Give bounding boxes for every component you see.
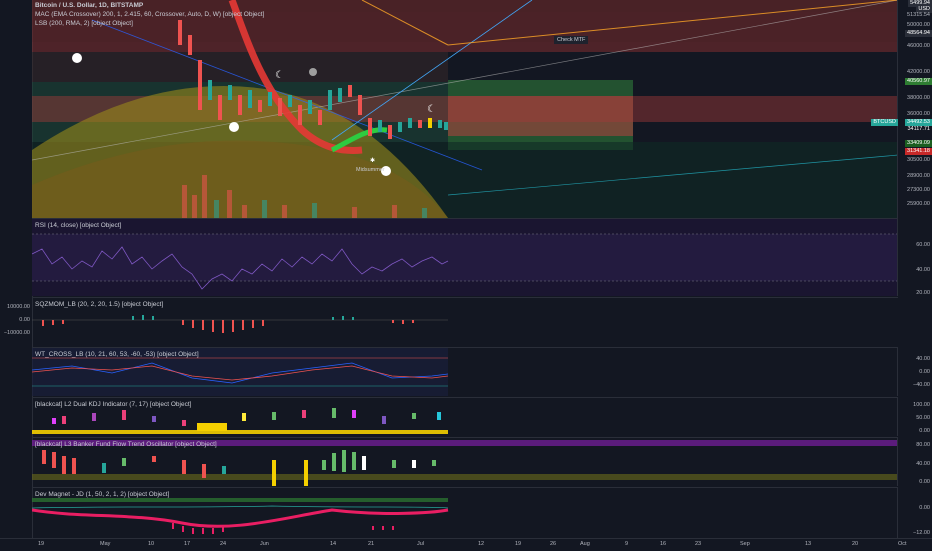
chart-title: Bitcoin / U.S. Dollar, 1D, BITSTAMP <box>35 2 144 9</box>
current-price-badge: 34117.71 <box>905 126 932 133</box>
time-tick: 19 <box>38 541 45 547</box>
rsi-tick: 60.00 <box>916 242 930 248</box>
time-tick: 20 <box>852 541 859 547</box>
time-tick: 12 <box>478 541 485 547</box>
left-price-scale[interactable]: 10000.00 0.00 −10000.00 <box>0 0 33 538</box>
time-tick: 24 <box>220 541 227 547</box>
banker-scale[interactable]: 80.00 40.00 0.00 <box>897 438 932 486</box>
svg-text:☾: ☾ <box>275 70 284 81</box>
wt-scale[interactable]: 40.00 0.00 −40.00 <box>897 348 932 396</box>
wt-tick: 0.00 <box>919 369 930 375</box>
dev-tick: 0.00 <box>919 505 930 511</box>
time-tick: Sep <box>740 541 750 547</box>
sqzmom-label: SQZMOM_LB (20, 2, 20, 1.5) [object Objec… <box>35 301 164 308</box>
dual-kdj-pane[interactable]: [blackcat] L2 Dual KDJ Indicator (7, 17)… <box>32 398 898 436</box>
price-chart-svg: ☾ ☾ ✱ <box>32 0 898 218</box>
rsi-svg <box>32 233 898 290</box>
svg-text:☾: ☾ <box>427 104 436 115</box>
sqz-left-tick: −10000.00 <box>3 330 30 336</box>
rsi-tick: 40.00 <box>916 267 930 273</box>
banker-fund-label: [blackcat] L3 Banker Fund Flow Trend Osc… <box>35 441 217 448</box>
wt-cross-pane[interactable]: WT_CROSS_LB (10, 21, 60, 53, -60, -53) [… <box>32 348 898 396</box>
indicator-lsb-label: LSB (200, RMA, 2) [object Object] <box>35 20 133 27</box>
dev-tick: −12.00 <box>913 530 930 536</box>
sqz-left-tick: 10000.00 <box>7 304 30 310</box>
kdj-scale[interactable]: 100.00 50.00 0.00 <box>897 398 932 436</box>
midsummer-label: Midsummer <box>356 167 385 173</box>
price-tick: 46000.00 <box>907 43 930 49</box>
dev-magnet-pane[interactable]: Dev Magnet - JD (1, 50, 2, 1, 2) [object… <box>32 488 898 538</box>
wt-cross-label: WT_CROSS_LB (10, 21, 60, 53, -60, -53) [… <box>35 351 199 358</box>
symbol-badge: BTCUSD <box>871 119 898 126</box>
price-tick: 50000.00 <box>907 22 930 28</box>
dual-kdj-label: [blackcat] L2 Dual KDJ Indicator (7, 17)… <box>35 401 192 408</box>
price-tick: 38000.00 <box>907 95 930 101</box>
main-price-pane[interactable]: ☾ ☾ ✱ Bitcoin / U.S. Dollar, 1D, BITSTAM… <box>32 0 898 218</box>
price-badge: 48564.94 <box>905 30 932 37</box>
time-tick: 26 <box>550 541 557 547</box>
time-tick: 16 <box>660 541 667 547</box>
banker-tick: 40.00 <box>916 461 930 467</box>
sqzmom-pane[interactable]: SQZMOM_LB (20, 2, 20, 1.5) [object Objec… <box>32 298 898 346</box>
kdj-tick: 100.00 <box>913 402 930 408</box>
dev-scale[interactable]: 0.00 −12.00 <box>897 488 932 538</box>
time-tick: 21 <box>368 541 375 547</box>
time-tick: Aug <box>580 541 590 547</box>
time-axis[interactable]: 19 May 10 17 24 Jun 14 21 Jul 12 19 26 A… <box>0 538 932 551</box>
price-tick: 42000.00 <box>907 69 930 75</box>
sqz-left-tick: 0.00 <box>19 317 30 323</box>
time-tick: 13 <box>805 541 812 547</box>
time-tick: 17 <box>184 541 191 547</box>
price-tick: 36000.00 <box>907 111 930 117</box>
time-tick: 14 <box>330 541 337 547</box>
wt-tick: −40.00 <box>913 382 930 388</box>
time-tick: 19 <box>515 541 522 547</box>
time-tick: 10 <box>148 541 155 547</box>
time-tick: 9 <box>625 541 629 547</box>
wt-tick: 40.00 <box>916 356 930 362</box>
price-tick: 28900.00 <box>907 173 930 179</box>
rsi-label: RSI (14, close) [object Object] <box>35 222 122 229</box>
dev-magnet-label: Dev Magnet - JD (1, 50, 2, 1, 2) [object… <box>35 491 170 498</box>
time-tick: May <box>100 541 111 547</box>
price-tick: 51315.54 <box>907 12 930 18</box>
kdj-tick: 0.00 <box>919 428 930 434</box>
price-tick: 25900.00 <box>907 201 930 207</box>
time-tick: Jun <box>260 541 269 547</box>
price-badge: 31341.18 <box>905 148 932 155</box>
right-price-scale[interactable]: 5499.94 USD 51315.54 50000.00 48564.94 4… <box>897 0 932 218</box>
time-tick: Oct <box>898 541 907 547</box>
price-badge: 34492.53 <box>905 119 932 126</box>
price-badge: 40560.97 <box>905 78 932 85</box>
rsi-pane[interactable]: RSI (14, close) [object Object] <box>32 219 898 296</box>
check-mtf-label: Check MTF <box>554 36 589 44</box>
time-tick: 23 <box>695 541 702 547</box>
banker-fund-pane[interactable]: [blackcat] L3 Banker Fund Flow Trend Osc… <box>32 438 898 486</box>
price-tick: 30500.00 <box>907 157 930 163</box>
time-tick: Jul <box>417 541 425 547</box>
price-badge: 33409.09 <box>905 140 932 147</box>
banker-tick: 0.00 <box>919 479 930 485</box>
rsi-scale[interactable]: 60.00 40.00 20.00 <box>897 219 932 296</box>
indicator-mac-label: MAC (EMA Crossover) 200, 1, 2.415, 60, C… <box>35 11 265 18</box>
svg-text:✱: ✱ <box>370 157 375 164</box>
price-tick: 27300.00 <box>907 187 930 193</box>
kdj-tick: 50.00 <box>916 415 930 421</box>
banker-tick: 80.00 <box>916 442 930 448</box>
rsi-tick: 20.00 <box>916 290 930 296</box>
